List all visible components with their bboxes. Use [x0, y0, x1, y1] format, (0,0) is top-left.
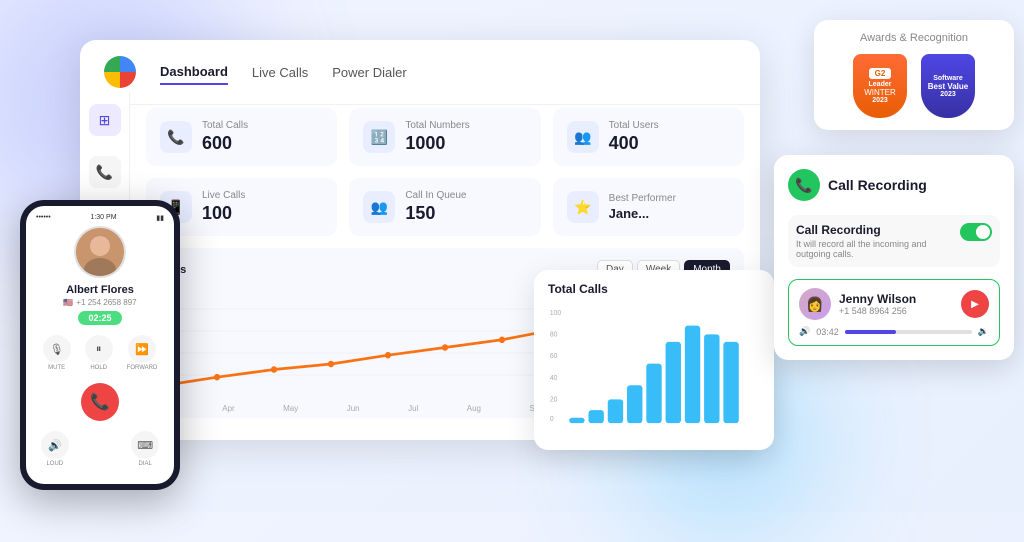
play-button[interactable]: ▶: [961, 290, 989, 318]
stat-best-label: Best Performer: [609, 193, 676, 204]
sidebar-icon-grid[interactable]: ⊞: [89, 104, 121, 136]
stat-total-numbers-value: 1000: [405, 133, 469, 154]
hold-button[interactable]: ⏸ HOLD: [85, 335, 113, 371]
chart-month-may: May: [283, 404, 298, 413]
speaker-icon: 🔉: [978, 326, 989, 337]
call-recording-toggle-row: Call Recording It will record all the in…: [788, 215, 1000, 267]
stats-row-2: 📱 Live Calls 100 👥 Call In Queue 150 ⭐ B…: [146, 178, 744, 236]
chart-month-jul: Jul: [408, 404, 418, 413]
jenny-avatar: 👩: [799, 288, 831, 320]
g2-sub: WINTER: [864, 88, 896, 97]
phone-screen: •••••• 1:30 PM ▮▮ Albert Flores 🇺🇸 +1 25…: [26, 206, 174, 484]
svg-text:20: 20: [550, 395, 558, 403]
phone-flag: 🇺🇸: [63, 298, 73, 307]
dial-button[interactable]: ⌨ DIAL: [131, 431, 159, 467]
toggle-switch[interactable]: [960, 223, 992, 241]
sw-sub: Best Value: [928, 82, 968, 91]
forward-icon: ⏩: [128, 335, 156, 363]
hold-icon: ⏸: [85, 335, 113, 363]
g2-label: Leader: [869, 81, 892, 88]
call-recording-header: 📞 Call Recording: [788, 169, 1000, 201]
svg-text:80: 80: [550, 330, 558, 338]
stat-live-calls-label: Live Calls: [202, 190, 245, 201]
phone-mockup: •••••• 1:30 PM ▮▮ Albert Flores 🇺🇸 +1 25…: [20, 200, 180, 490]
dial-icon: ⌨: [131, 431, 159, 459]
phone-number: 🇺🇸 +1 254 2658 897: [63, 298, 136, 307]
stat-users-icon: 👥: [567, 121, 599, 153]
phone-bottom-controls: 🔊 LOUD ⌨ DIAL: [41, 431, 159, 467]
hangup-button[interactable]: 📞: [81, 383, 119, 421]
chart-month-aug: Aug: [467, 404, 481, 413]
stat-total-numbers: 🔢 Total Numbers 1000: [349, 108, 540, 166]
bar-chart-title: Total Calls: [548, 282, 760, 296]
stat-hash-icon: 🔢: [363, 121, 395, 153]
svg-text:40: 40: [550, 373, 558, 381]
stat-queue-icon: 👥: [363, 191, 395, 223]
stat-queue-value: 150: [405, 203, 466, 224]
stat-queue-label: Call In Queue: [405, 190, 466, 201]
progress-bar: [845, 330, 972, 334]
bar-chart: 100 80 60 40 20 0: [548, 304, 760, 434]
sidebar-icon-phone[interactable]: 📞: [89, 156, 121, 188]
call-timer: 02:25: [78, 311, 121, 325]
jenny-info: Jenny Wilson +1 548 8964 256: [839, 292, 916, 316]
stat-total-users: 👥 Total Users 400: [553, 108, 744, 166]
jenny-number: +1 548 8964 256: [839, 306, 916, 316]
mute-icon: 🎙: [43, 335, 71, 363]
stat-total-calls: 📞 Total Calls 600: [146, 108, 337, 166]
progress-time: 03:42: [816, 327, 839, 337]
chart-month-apr: Apr: [222, 404, 234, 413]
nav-dashboard[interactable]: Dashboard: [160, 60, 228, 85]
stat-star-icon: ⭐: [567, 191, 599, 223]
loud-button[interactable]: 🔊 LOUD: [41, 431, 69, 467]
toggle-label: Call Recording: [796, 223, 936, 237]
forward-button[interactable]: ⏩ FORWARD: [127, 335, 158, 371]
stats-row-1: 📞 Total Calls 600 🔢 Total Numbers 1000 👥…: [146, 108, 744, 166]
svg-text:0: 0: [550, 415, 554, 423]
jenny-header: 👩 Jenny Wilson +1 548 8964 256 ▶: [799, 288, 989, 320]
awards-title: Awards & Recognition: [828, 32, 1000, 44]
g2-badge: G2 Leader WINTER 2023: [853, 54, 907, 118]
jenny-name: Jenny Wilson: [839, 292, 916, 306]
stat-call-in-queue: 👥 Call In Queue 150: [349, 178, 540, 236]
stat-best-value: Jane...: [609, 206, 676, 221]
loud-icon: 🔊: [41, 431, 69, 459]
phone-status-bar: •••••• 1:30 PM ▮▮: [26, 214, 174, 226]
phone-avatar: [74, 226, 126, 278]
g2-top: G2: [869, 68, 892, 79]
volume-icon: 🔊: [799, 326, 810, 337]
nav-live-calls[interactable]: Live Calls: [252, 61, 308, 84]
jenny-progress: 🔊 03:42 🔉: [799, 326, 989, 337]
svg-text:60: 60: [550, 352, 558, 360]
call-recording-title: Call Recording: [828, 177, 927, 193]
stat-total-numbers-label: Total Numbers: [405, 120, 469, 131]
call-recording-icon: 📞: [788, 169, 820, 201]
stat-phone-icon: 📞: [160, 121, 192, 153]
awards-card: Awards & Recognition G2 Leader WINTER 20…: [814, 20, 1014, 130]
call-recording-card: 📞 Call Recording Call Recording It will …: [774, 155, 1014, 360]
phone-controls: 🎙 MUTE ⏸ HOLD ⏩ FORWARD: [43, 335, 158, 371]
jenny-call-item: 👩 Jenny Wilson +1 548 8964 256 ▶ 🔊 03:42…: [788, 279, 1000, 346]
awards-badges: G2 Leader WINTER 2023 Software Best Valu…: [828, 54, 1000, 118]
software-badge: Software Best Value 2023: [921, 54, 975, 118]
app-logo: [104, 56, 136, 88]
stat-total-users-value: 400: [609, 133, 659, 154]
svg-text:100: 100: [550, 308, 561, 316]
toggle-desc: It will record all the incoming and outg…: [796, 239, 936, 259]
nav-power-dialer[interactable]: Power Dialer: [332, 61, 406, 84]
sw-label: Software: [933, 75, 963, 82]
progress-bar-fill: [845, 330, 896, 334]
stat-total-users-label: Total Users: [609, 120, 659, 131]
stat-live-calls-value: 100: [202, 203, 245, 224]
mute-button[interactable]: 🎙 MUTE: [43, 335, 71, 371]
g2-year: 2023: [872, 97, 888, 104]
toggle-text: Call Recording It will record all the in…: [796, 223, 936, 259]
stat-total-calls-label: Total Calls: [202, 120, 248, 131]
stat-best-performer: ⭐ Best Performer Jane...: [553, 178, 744, 236]
bar-chart-card: Total Calls 100 80 60 40 20 0: [534, 270, 774, 450]
chart-month-jun: Jun: [347, 404, 360, 413]
stat-total-calls-value: 600: [202, 133, 248, 154]
sw-year: 2023: [940, 91, 956, 98]
phone-user-name: Albert Flores: [66, 284, 134, 296]
